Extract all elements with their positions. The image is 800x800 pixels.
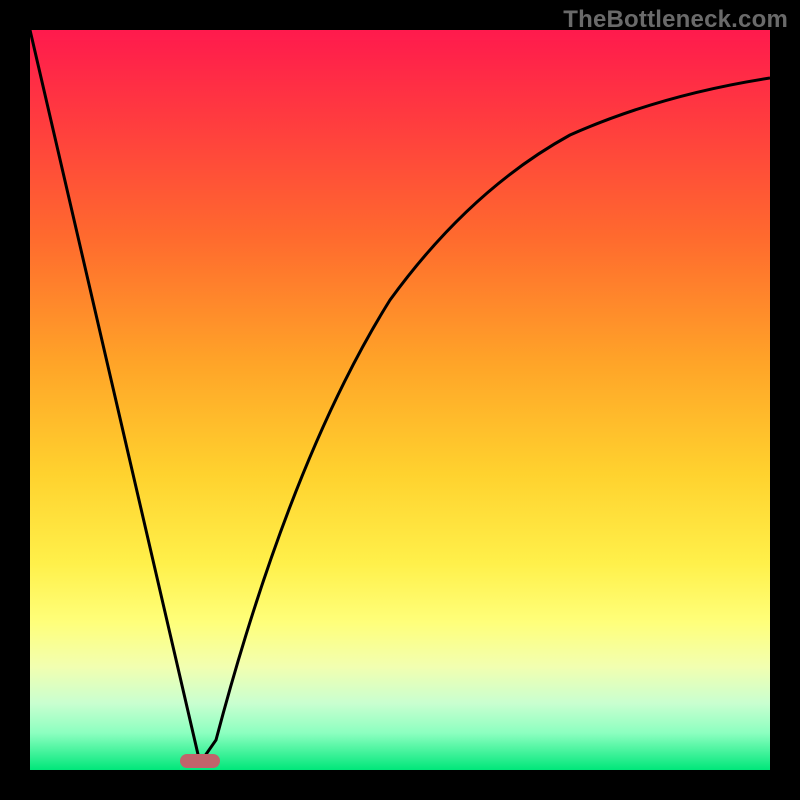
watermark-text: TheBottleneck.com <box>563 6 788 34</box>
chart-frame: TheBottleneck.com <box>0 0 800 800</box>
plot-area <box>30 30 770 770</box>
curve-path <box>30 30 770 763</box>
bottleneck-marker <box>180 754 220 768</box>
bottleneck-curve <box>30 30 770 770</box>
